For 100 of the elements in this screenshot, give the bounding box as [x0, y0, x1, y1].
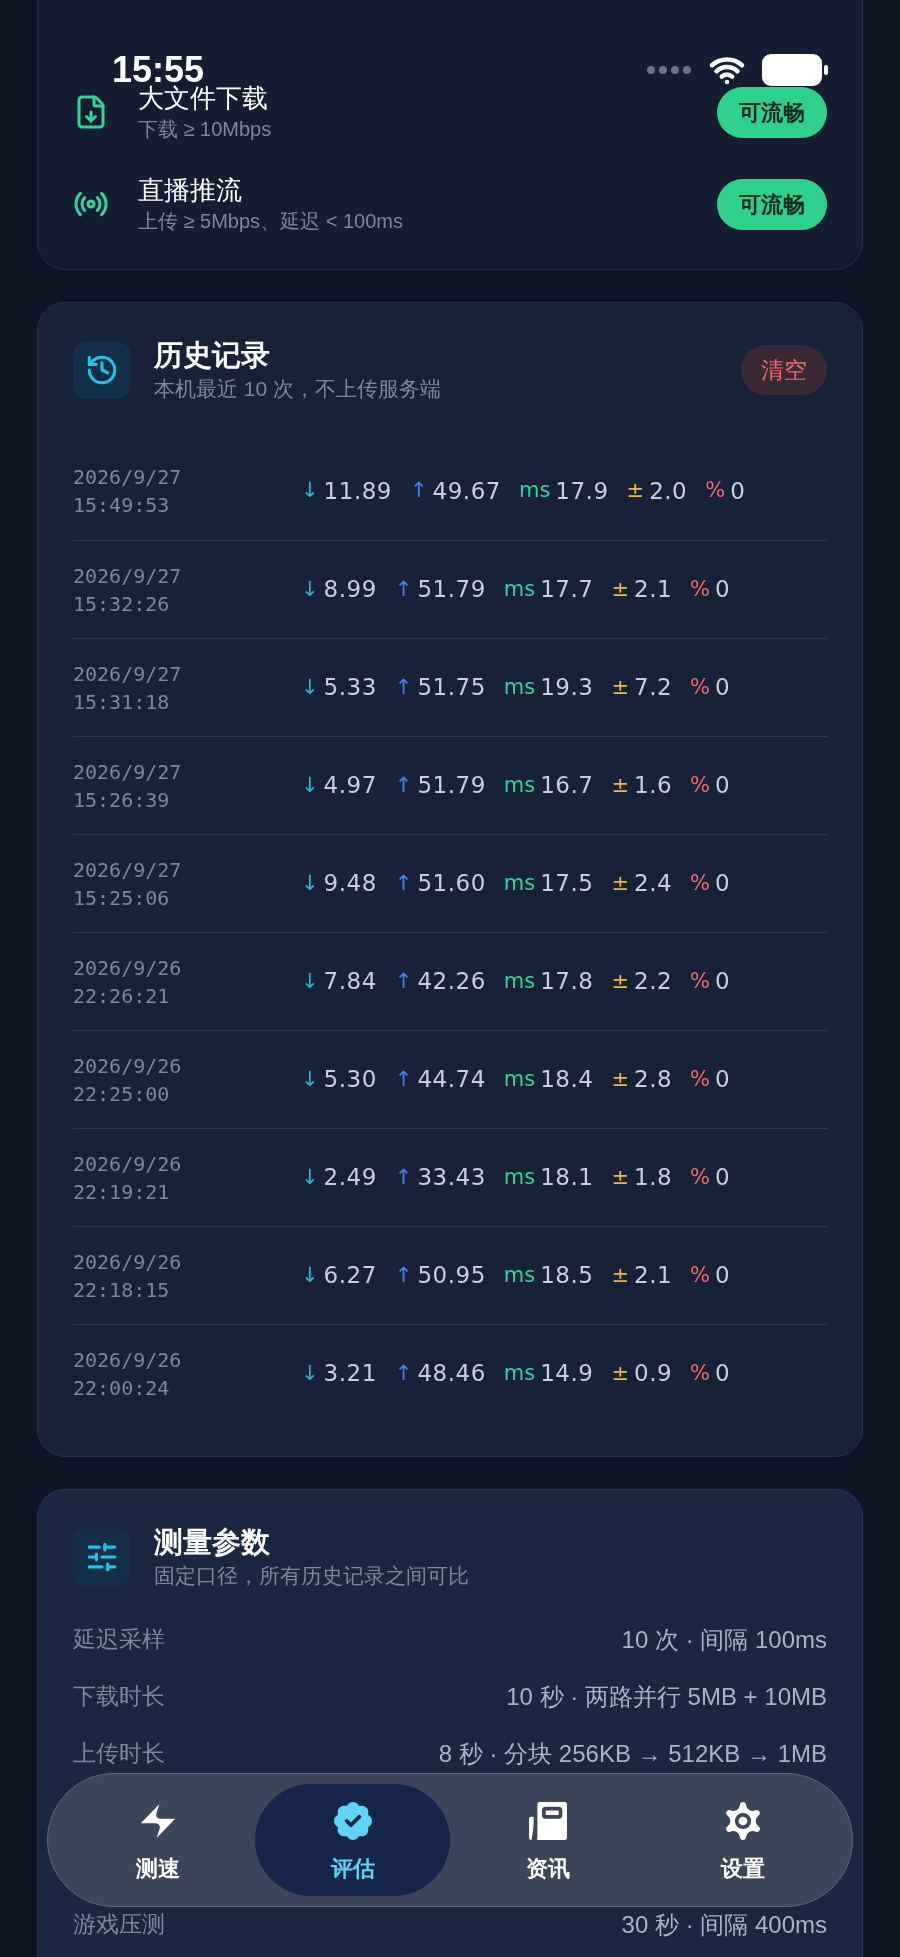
- loss-unit-label: %: [690, 575, 711, 603]
- metric-value: 0: [715, 1261, 731, 1291]
- metric-value: 51.60: [417, 869, 486, 899]
- down-arrow-label: ↓: [301, 1163, 319, 1191]
- metric-value: 0: [715, 575, 731, 605]
- parameter-value: 10 次 · 间隔 100ms: [621, 1624, 827, 1655]
- record-time: 22:26:21: [73, 982, 171, 1010]
- tab-item[interactable]: 评估: [255, 1784, 450, 1896]
- ping-unit-label: ms: [518, 477, 551, 505]
- metric-value: 14.9: [540, 1359, 594, 1389]
- jitter-unit-label: ±: [611, 771, 630, 799]
- card-subtitle: 固定口径，所有历史记录之间可比: [154, 1563, 470, 1589]
- metric-value: 2.1: [634, 575, 673, 605]
- metric-value: 17.9: [555, 476, 609, 506]
- record-time: 15:32:26: [73, 590, 171, 618]
- parameter-value: 10 秒 · 两路并行 5MB + 10MB: [506, 1681, 827, 1712]
- metric-value: 3.21: [323, 1359, 377, 1389]
- metric-value: 8.99: [323, 575, 377, 605]
- metric-value: 2.4: [634, 869, 673, 899]
- metric-value: 18.5: [540, 1261, 594, 1291]
- metric-value: 2.1: [634, 1261, 673, 1291]
- record-date: 2026/9/26: [73, 1346, 183, 1374]
- metric-value: 7.2: [634, 673, 673, 703]
- metric-value: 11.89: [323, 476, 392, 506]
- metric-value: 51.79: [417, 575, 486, 605]
- card-title: 测量参数: [154, 1525, 271, 1560]
- metric-value: 18.1: [540, 1163, 594, 1193]
- jitter-unit-label: ±: [611, 1065, 630, 1093]
- down-arrow-label: ↓: [301, 1261, 319, 1289]
- metric-value: 0: [715, 673, 731, 703]
- up-arrow-label: ↑: [394, 1359, 413, 1387]
- metric-value: 2.0: [649, 476, 688, 506]
- metric-value: 0: [715, 1163, 731, 1193]
- record-time: 22:00:24: [73, 1374, 171, 1402]
- metric-value: 0: [715, 1065, 731, 1095]
- loss-unit-label: %: [690, 1065, 711, 1093]
- record-time: 15:49:53: [73, 492, 171, 519]
- metric-value: 18.4: [540, 1065, 594, 1095]
- scenario-requirement: 上传 ≥ 5Mbps、延迟 < 100ms: [138, 209, 403, 234]
- up-arrow-label: ↑: [394, 967, 413, 995]
- record-date: 2026/9/27: [73, 464, 183, 491]
- metric-value: 0.9: [634, 1359, 673, 1389]
- clear-button[interactable]: 清空: [741, 344, 827, 396]
- metric-value: 1.8: [634, 1163, 673, 1193]
- up-arrow-label: ↑: [394, 1261, 413, 1289]
- record-date: 2026/9/27: [73, 660, 183, 688]
- ping-unit-label: ms: [503, 673, 536, 701]
- down-arrow-label: ↓: [301, 1359, 319, 1387]
- loss-unit-label: %: [690, 771, 711, 799]
- metric-value: 2.8: [634, 1065, 673, 1095]
- metric-value: 17.8: [540, 967, 594, 997]
- record-time: 22:18:15: [73, 1276, 171, 1304]
- metric-value: 5.33: [323, 673, 377, 703]
- metric-value: 44.74: [417, 1065, 486, 1095]
- parameter-label: 游戏压测: [73, 1910, 165, 1940]
- jitter-unit-label: ±: [611, 1359, 630, 1387]
- record-time: 22:19:21: [73, 1178, 171, 1206]
- metric-value: 42.26: [417, 967, 486, 997]
- parameter-value: 30 秒 · 间隔 400ms: [621, 1909, 827, 1940]
- jitter-unit-label: ±: [626, 477, 645, 505]
- metric-value: 51.79: [417, 771, 486, 801]
- up-arrow-label: ↑: [394, 771, 413, 799]
- card-subtitle: 本机最近 10 次，不上传服务端: [154, 376, 443, 402]
- up-arrow-label: ↑: [394, 673, 413, 701]
- tab-item[interactable]: 资讯: [450, 1784, 645, 1896]
- loss-unit-label: %: [690, 1359, 711, 1387]
- tab-item[interactable]: 设置: [645, 1784, 840, 1896]
- metric-value: 50.95: [417, 1261, 486, 1291]
- metric-value: 16.7: [540, 771, 594, 801]
- record-time: 15:25:06: [73, 884, 171, 912]
- signal-dots-icon: [646, 65, 692, 75]
- tab-item[interactable]: 测速: [60, 1784, 255, 1896]
- battery-icon: [762, 54, 828, 86]
- record-date: 2026/9/26: [73, 1052, 183, 1080]
- metric-value: 2.2: [634, 967, 673, 997]
- parameter-label: 延迟采样: [73, 1625, 165, 1655]
- up-arrow-label: ↑: [394, 1065, 413, 1093]
- jitter-unit-label: ±: [611, 869, 630, 897]
- metric-value: 0: [715, 869, 731, 899]
- record-date: 2026/9/26: [73, 1248, 183, 1276]
- metric-value: 2.49: [323, 1163, 377, 1193]
- metric-value: 0: [730, 476, 746, 506]
- verdict-badge: 可流畅: [717, 86, 827, 138]
- loss-unit-label: %: [690, 1163, 711, 1191]
- metric-value: 7.84: [323, 967, 377, 997]
- card-title: 历史记录: [154, 338, 271, 373]
- record-time: 15:26:39: [73, 786, 171, 814]
- metric-value: 17.7: [540, 575, 594, 605]
- down-arrow-label: ↓: [301, 869, 319, 897]
- down-arrow-label: ↓: [301, 477, 319, 505]
- ping-unit-label: ms: [503, 771, 536, 799]
- ping-unit-label: ms: [503, 575, 536, 603]
- jitter-unit-label: ±: [611, 575, 630, 603]
- metric-value: 0: [715, 771, 731, 801]
- down-arrow-label: ↓: [301, 673, 319, 701]
- ping-unit-label: ms: [503, 869, 536, 897]
- verdict-badge: 可流畅: [717, 178, 827, 230]
- jitter-unit-label: ±: [611, 1163, 630, 1191]
- record-date: 2026/9/27: [73, 562, 183, 590]
- jitter-unit-label: ±: [611, 967, 630, 995]
